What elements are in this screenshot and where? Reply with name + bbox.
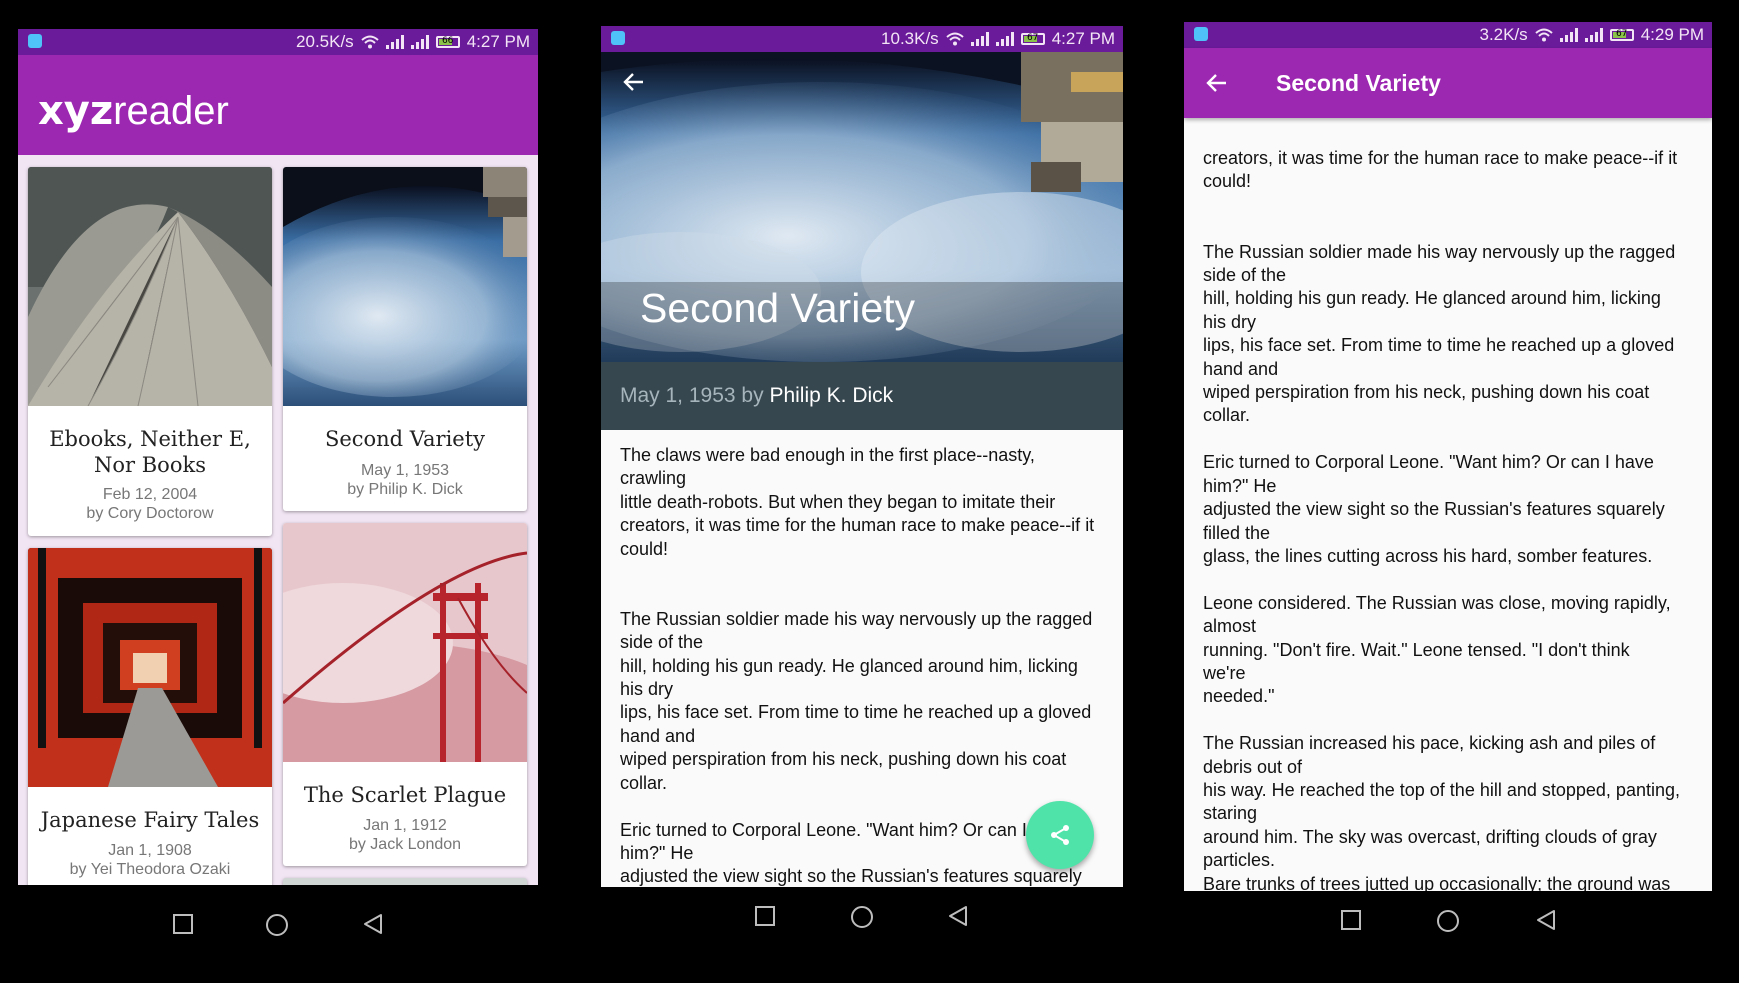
status-bar: 20.5K/s 66 4:27 PM (18, 29, 538, 55)
phone-scrolled-screen: 3.2K/s 67 4:29 PM creators, it was time … (1184, 22, 1712, 949)
clock: 4:29 PM (1640, 25, 1704, 44)
phone-detail-screen: 10.3K/s 67 4:27 PM Second Variety May 1,… (601, 26, 1123, 949)
app-bar: xyzreader (18, 55, 538, 155)
logo-light: reader (113, 89, 229, 133)
back-icon[interactable] (362, 913, 384, 935)
byline-prefix: by (741, 384, 764, 407)
signal-icon (385, 35, 404, 49)
article-title: Second Variety (640, 285, 916, 331)
back-icon[interactable] (947, 905, 969, 927)
article-date: Jan 1, 1908 (108, 842, 192, 859)
battery-icon: 67 (1609, 29, 1634, 41)
clock: 4:27 PM (1051, 29, 1115, 48)
article-title: The Scarlet Plague (303, 783, 507, 807)
network-speed: 3.2K/s (1479, 25, 1528, 44)
status-bar: 10.3K/s 67 4:27 PM (601, 26, 1123, 52)
back-arrow-icon[interactable] (623, 72, 645, 92)
article-grid: Ebooks, Neither E, Nor Books Feb 12, 200… (18, 155, 538, 885)
article-body: creators, it was time for the human race… (1184, 48, 1712, 891)
article-thumbnail (283, 167, 527, 406)
battery-level: 66 (441, 36, 454, 46)
article-thumbnail (28, 167, 272, 406)
signal-icon (410, 35, 429, 49)
phone-list-screen: 20.5K/s 66 4:27 PM xyzreader Ebooks, Nei… (18, 29, 538, 945)
wifi-icon (361, 35, 379, 49)
recent-apps-icon[interactable] (754, 905, 776, 927)
recent-apps-icon[interactable] (1340, 909, 1362, 931)
clock: 4:27 PM (466, 32, 530, 51)
article-author: by Cory Doctorow (86, 505, 214, 522)
logo-bold: xyz (38, 88, 114, 134)
home-icon[interactable] (265, 913, 289, 937)
app-logo: xyzreader (38, 89, 229, 133)
article-card[interactable]: Japanese Fairy Tales Jan 1, 1908 by Yei … (28, 548, 272, 885)
notification-icon (611, 31, 625, 45)
article-meta-bar: May 1, 1953 by Philip K. Dick (601, 362, 1123, 430)
battery-level: 67 (1026, 33, 1039, 43)
signal-icon (970, 32, 989, 46)
space-station-icon (1021, 52, 1123, 192)
navigation-bar (601, 887, 1123, 949)
article-card[interactable] (283, 878, 527, 885)
article-date: May 1, 1953 (620, 384, 736, 407)
article-card[interactable]: Second Variety May 1, 1953 by Philip K. … (283, 167, 527, 511)
network-speed: 20.5K/s (296, 32, 354, 51)
article-title: Ebooks, Neither E, Nor Books (49, 427, 251, 477)
signal-icon (1559, 28, 1578, 42)
battery-icon: 67 (1020, 33, 1045, 45)
article-author: by Yei Theodora Ozaki (69, 861, 231, 878)
article-author: by Philip K. Dick (347, 481, 463, 498)
app-bar: Second Variety (1184, 48, 1712, 118)
home-icon[interactable] (850, 905, 874, 929)
status-bar: 3.2K/s 67 4:29 PM (1184, 22, 1712, 48)
wifi-icon (1535, 28, 1553, 42)
article-date: Feb 12, 2004 (102, 486, 198, 503)
header-image: Second Variety (601, 52, 1123, 362)
network-speed: 10.3K/s (881, 29, 939, 48)
navigation-bar (18, 895, 538, 945)
notification-icon (1194, 27, 1208, 41)
battery-level: 67 (1615, 29, 1628, 39)
article-card[interactable]: Ebooks, Neither E, Nor Books Feb 12, 200… (28, 167, 272, 536)
article-title: Japanese Fairy Tales (40, 808, 260, 832)
article-author: Philip K. Dick (769, 384, 894, 407)
navigation-bar (1184, 891, 1712, 949)
article-author: by Jack London (348, 836, 462, 853)
article-thumbnail (28, 548, 272, 787)
wifi-icon (946, 32, 964, 46)
share-fab[interactable] (1026, 801, 1094, 869)
article-card[interactable]: The Scarlet Plague Jan 1, 1912 by Jack L… (283, 523, 527, 866)
toolbar-title: Second Variety (1276, 70, 1441, 96)
battery-icon: 66 (435, 36, 460, 48)
back-icon[interactable] (1535, 909, 1557, 931)
article-date: Jan 1, 1912 (363, 817, 447, 834)
notification-icon (28, 34, 42, 48)
article-thumbnail (283, 523, 527, 762)
recent-apps-icon[interactable] (172, 913, 194, 935)
article-body-text: creators, it was time for the human race… (1203, 148, 1680, 891)
back-arrow-icon[interactable] (1206, 73, 1228, 93)
home-icon[interactable] (1436, 909, 1460, 933)
article-title: Second Variety (324, 427, 486, 451)
share-icon (1051, 825, 1069, 845)
article-date: May 1, 1953 (360, 462, 450, 479)
signal-icon (1584, 28, 1603, 42)
signal-icon (995, 32, 1014, 46)
